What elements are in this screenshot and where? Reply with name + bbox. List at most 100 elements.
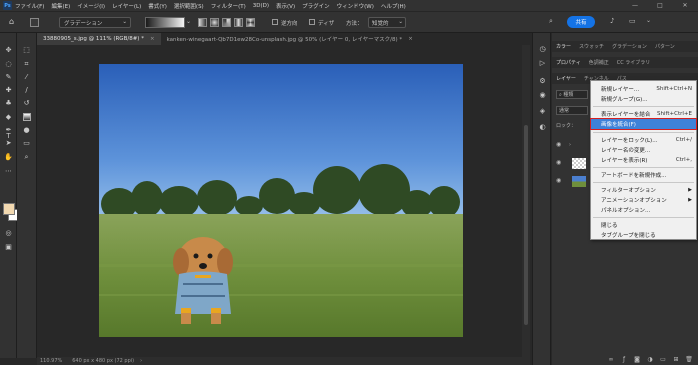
menu-item-animation-options[interactable]: アニメーションオプション ▶ <box>591 195 696 205</box>
chevron-down-icon[interactable]: ⌄ <box>646 17 651 24</box>
layer-kind-filter[interactable]: ⌕ 種類 <box>556 90 588 99</box>
diamond-gradient-icon[interactable] <box>246 18 255 27</box>
maximize-button[interactable]: □ <box>649 0 671 11</box>
hand-tool-icon[interactable]: ✋ <box>4 153 13 162</box>
folder-icon[interactable]: ▭ <box>659 356 667 363</box>
menu-type[interactable]: 書式(Y) <box>148 2 167 10</box>
libraries-panel-icon[interactable]: ◉ <box>538 91 547 100</box>
menu-plugins[interactable]: プラグイン <box>302 2 330 10</box>
eye-icon[interactable]: ◉ <box>556 178 565 184</box>
marquee-tool-icon[interactable]: ⬚ <box>22 46 31 55</box>
gradient-tool-icon[interactable] <box>22 113 31 122</box>
menu-item-close[interactable]: 閉じる <box>591 220 696 230</box>
link-icon[interactable]: ∞ <box>607 356 615 363</box>
more-tools-icon[interactable]: ⋯ <box>4 167 13 176</box>
tab-swatches[interactable]: スウォッチ <box>579 43 604 50</box>
search-icon[interactable]: ⌕ <box>549 17 553 26</box>
quick-mask-icon[interactable]: ◎ <box>4 229 13 238</box>
adjustment-icon[interactable]: ◑ <box>646 356 654 363</box>
close-tab-icon[interactable]: × <box>408 36 413 42</box>
tab-color[interactable]: カラー <box>556 43 571 50</box>
screen-mode-icon[interactable]: ▣ <box>4 243 13 252</box>
channels-panel-icon[interactable]: ◐ <box>538 123 547 132</box>
scrollbar-thumb[interactable] <box>524 125 528 325</box>
menu-file[interactable]: ファイル(F) <box>15 2 44 10</box>
minimize-button[interactable]: — <box>624 0 646 11</box>
tab-document-1[interactable]: 33880905_s.jpg @ 111% (RGB/8#) * × <box>37 33 161 45</box>
angle-gradient-icon[interactable] <box>222 18 231 27</box>
zoom-level[interactable]: 110.97% <box>40 358 62 364</box>
radial-gradient-icon[interactable] <box>210 18 219 27</box>
menu-item-filter-options[interactable]: フィルターオプション ▶ <box>591 185 696 195</box>
status-arrow-icon[interactable]: › <box>140 358 142 364</box>
share-button[interactable]: 共有 <box>567 16 595 28</box>
menu-item-show-layers[interactable]: レイヤーを表示(R) Ctrl+, <box>591 155 696 165</box>
menu-view[interactable]: 表示(V) <box>276 2 295 10</box>
close-tab-icon[interactable]: × <box>150 36 155 42</box>
menu-image[interactable]: イメージ(I) <box>77 2 105 10</box>
fx-icon[interactable]: ƒ <box>620 356 628 363</box>
document-canvas-image[interactable] <box>99 64 463 337</box>
move-tool-icon[interactable]: ✥ <box>4 46 13 55</box>
menu-item-panel-options[interactable]: パネルオプション... <box>591 205 696 215</box>
reflected-gradient-icon[interactable] <box>234 18 243 27</box>
menu-filter[interactable]: フィルター(T) <box>211 2 246 10</box>
workspace-icon[interactable]: ▭ <box>629 17 636 25</box>
chevron-down-icon[interactable]: ⌄ <box>186 18 191 25</box>
chevron-right-icon[interactable]: › <box>569 142 571 148</box>
tab-document-2[interactable]: kanken-winegaart-Qb7D1ew28Co-unsplash.jp… <box>161 33 419 45</box>
healing-tool-icon[interactable]: ✚ <box>4 86 13 95</box>
tab-adjustments[interactable]: 色調補正 <box>589 59 609 66</box>
trash-icon[interactable]: 🗑 <box>685 356 693 363</box>
menu-item-lock-layers[interactable]: レイヤーをロック(L)... Ctrl+/ <box>591 135 696 145</box>
shape-tool-icon[interactable]: ▭ <box>22 139 31 148</box>
quick-select-tool-icon[interactable]: ✎ <box>4 73 13 82</box>
menu-layer[interactable]: レイヤー(L) <box>112 2 141 10</box>
lasso-tool-icon[interactable]: ◌ <box>4 60 13 69</box>
menu-item-flatten-image[interactable]: 画像を統合(F) <box>590 118 697 130</box>
new-layer-icon[interactable]: ⊞ <box>672 356 680 363</box>
menu-help[interactable]: ヘルプ(H) <box>381 2 406 10</box>
reverse-checkbox[interactable] <box>272 19 278 27</box>
bell-icon[interactable]: ♪ <box>610 17 614 25</box>
eye-icon[interactable]: ◉ <box>556 142 565 148</box>
tab-properties[interactable]: プロパティ <box>556 59 581 66</box>
vertical-scrollbar[interactable] <box>522 45 530 357</box>
gradient-preview[interactable] <box>145 17 185 28</box>
crop-tool-icon[interactable]: ⌗ <box>22 60 31 69</box>
foreground-color-swatch[interactable] <box>3 203 15 215</box>
type-tool-icon[interactable]: T <box>4 132 13 141</box>
eye-icon[interactable]: ◉ <box>556 160 565 166</box>
dodge-tool-icon[interactable]: ● <box>22 126 31 135</box>
blend-mode-select[interactable]: 通常 <box>556 106 588 115</box>
menu-select[interactable]: 選択範囲(S) <box>174 2 204 10</box>
home-icon[interactable]: ⌂ <box>9 17 14 26</box>
actions-panel-icon[interactable]: ▷ <box>538 59 547 68</box>
tab-patterns[interactable]: パターン <box>655 43 675 50</box>
history-panel-icon[interactable]: ◷ <box>538 45 547 54</box>
menu-item-close-tab-group[interactable]: タブグループを閉じる <box>591 230 696 240</box>
menu-item-rename-layer[interactable]: レイヤー名の変更... <box>591 145 696 155</box>
tool-preset-icon[interactable] <box>30 18 39 29</box>
tab-gradients[interactable]: グラデーション <box>612 43 647 50</box>
layers-panel-icon[interactable]: ◈ <box>538 107 547 116</box>
menu-item-new-artboard[interactable]: アートボードを新規作成... <box>591 170 696 180</box>
menu-item-new-layer[interactable]: 新規レイヤー... Shift+Ctrl+N <box>591 84 696 94</box>
zoom-tool-icon[interactable]: ⌕ <box>22 153 31 162</box>
linear-gradient-icon[interactable] <box>198 18 207 27</box>
menu-window[interactable]: ウィンドウ(W) <box>337 2 374 10</box>
menu-item-merge-visible[interactable]: 表示レイヤーを結合 Shift+Ctrl+E <box>591 109 696 119</box>
menu-3d[interactable]: 3D(D) <box>253 3 269 9</box>
menu-item-new-group[interactable]: 新規グループ(G)... <box>591 94 696 104</box>
history-brush-icon[interactable]: ↺ <box>22 99 31 108</box>
brush-tool-icon[interactable]: / <box>22 86 31 95</box>
menu-edit[interactable]: 編集(E) <box>51 2 70 10</box>
method-select[interactable]: 知覚的 ⌄ <box>368 17 406 28</box>
eraser-tool-icon[interactable]: ◆ <box>4 113 13 122</box>
tab-cc-libraries[interactable]: CC ライブラリ <box>617 59 651 66</box>
adjust-panel-icon[interactable]: ⚙ <box>538 77 547 86</box>
gradient-mode-select[interactable]: グラデーション ⌄ <box>59 17 131 28</box>
tab-layers[interactable]: レイヤー <box>556 75 576 82</box>
dither-checkbox[interactable] <box>309 19 315 27</box>
stamp-tool-icon[interactable]: ♣ <box>4 99 13 108</box>
